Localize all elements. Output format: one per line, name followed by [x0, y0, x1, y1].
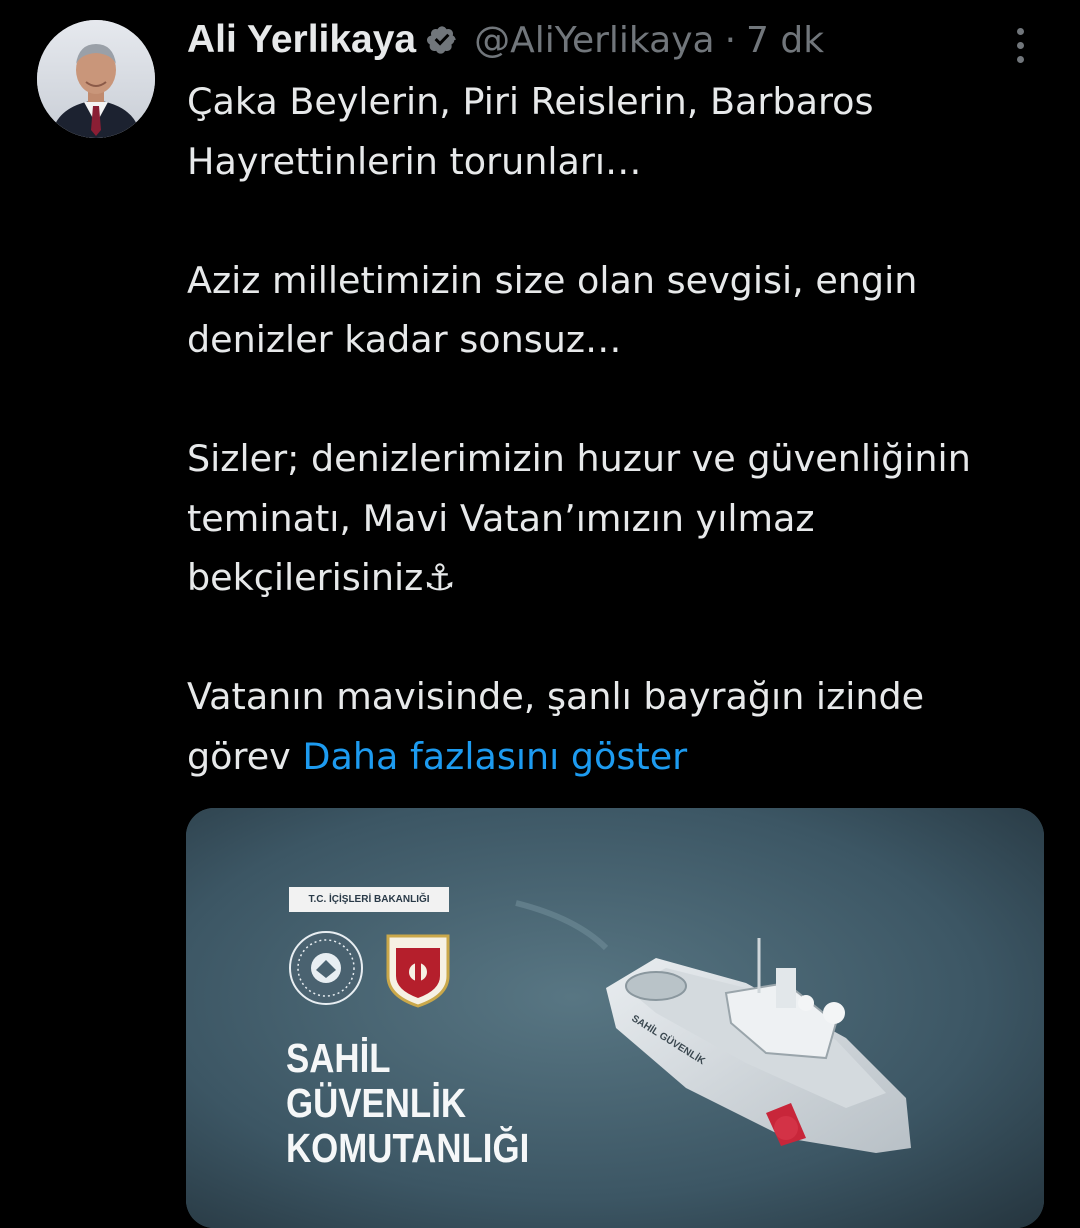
ministry-emblem — [289, 931, 363, 1005]
media-ministry-label: T.C. İÇİŞLERİ BAKANLIĞI — [289, 887, 449, 912]
tweet-text-blank — [187, 608, 1057, 668]
tweet-timestamp[interactable]: 7 dk — [746, 20, 824, 61]
media-title-line: GÜVENLİK — [286, 1080, 467, 1126]
tweet-text-blank — [187, 370, 1057, 430]
author-handle[interactable]: @AliYerlikaya — [474, 20, 714, 61]
more-options-icon[interactable] — [1004, 20, 1036, 70]
more-dot — [1016, 27, 1024, 35]
tweet-text-line: Sizler; denizlerimizin huzur ve güvenliğ… — [187, 437, 971, 480]
tweet-text-last-word: görev — [187, 734, 291, 778]
tweet-text-line: teminatı, Mavi Vatan’ımızın yılmaz — [187, 496, 815, 540]
tweet-header: Ali Yerlikaya @AliYerlikaya · 7 dk — [187, 14, 824, 66]
tweet-text-line: denizler kadar sonsuz… — [187, 318, 622, 361]
tweet-text-line: Vatanın mavisinde, şanlı bayrağın izinde — [187, 675, 925, 718]
tweet-text-line: Aziz milletimizin size olan sevgisi, eng… — [187, 258, 918, 302]
tweet-text-line: Hayrettinlerin torunları… — [187, 139, 642, 183]
tweet-text: Çaka Beylerin, Piri Reislerin, Barbaros … — [187, 72, 1057, 786]
more-dot — [1016, 41, 1024, 49]
tweet-text-line: Çaka Beylerin, Piri Reislerin, Barbaros — [187, 80, 874, 123]
author-avatar[interactable] — [37, 20, 155, 138]
verified-badge-icon[interactable] — [426, 24, 458, 56]
header-separator: · — [724, 19, 737, 61]
coast-guard-emblem — [386, 934, 450, 1008]
tweet-text-blank — [187, 191, 1057, 251]
show-more-link[interactable]: Daha fazlasını göster — [302, 735, 687, 778]
media-title-line: SAHİL — [286, 1035, 391, 1081]
more-dot — [1016, 55, 1024, 63]
media-title-line: KOMUTANLIĞI — [286, 1125, 530, 1171]
media-title: SAHİL GÜVENLİK KOMUTANLIĞI — [286, 1036, 529, 1171]
tweet-card[interactable]: Ali Yerlikaya @AliYerlikaya · 7 dk Çaka … — [0, 0, 1080, 1228]
author-display-name[interactable]: Ali Yerlikaya — [187, 18, 416, 62]
tweet-text-line: bekçilerisiniz⚓ — [187, 556, 457, 599]
tweet-media-video[interactable]: SAHİL GÜVENLİK T.C. İÇİŞLERİ BAKANLIĞI S… — [186, 808, 1044, 1228]
tweet-text-last-line: görev Daha fazlasını göster — [187, 727, 1057, 787]
